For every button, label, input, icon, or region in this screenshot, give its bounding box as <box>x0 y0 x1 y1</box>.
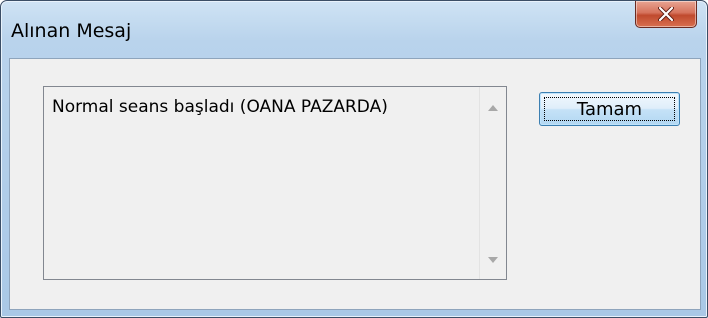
window-title: Alınan Mesaj <box>11 20 132 42</box>
message-text: Normal seans başladı (OANA PAZARDA) <box>52 97 388 117</box>
title-bar[interactable]: Alınan Mesaj <box>1 1 707 57</box>
ok-button-label: Tamam <box>576 98 643 120</box>
message-textbox[interactable]: Normal seans başladı (OANA PAZARDA) <box>43 86 507 280</box>
scroll-up-button[interactable] <box>480 95 506 119</box>
ok-button[interactable]: Tamam <box>539 92 680 126</box>
close-icon <box>658 7 674 21</box>
dialog-client-area: Normal seans başladı (OANA PAZARDA) Tama… <box>9 58 701 310</box>
close-button[interactable] <box>635 1 697 28</box>
scroll-down-button[interactable] <box>480 247 506 271</box>
vertical-scrollbar[interactable] <box>479 87 506 279</box>
message-dialog-window: Alınan Mesaj Normal seans başladı (OANA … <box>0 0 708 318</box>
scroll-up-arrow-icon <box>488 98 498 116</box>
scroll-down-arrow-icon <box>488 250 498 268</box>
